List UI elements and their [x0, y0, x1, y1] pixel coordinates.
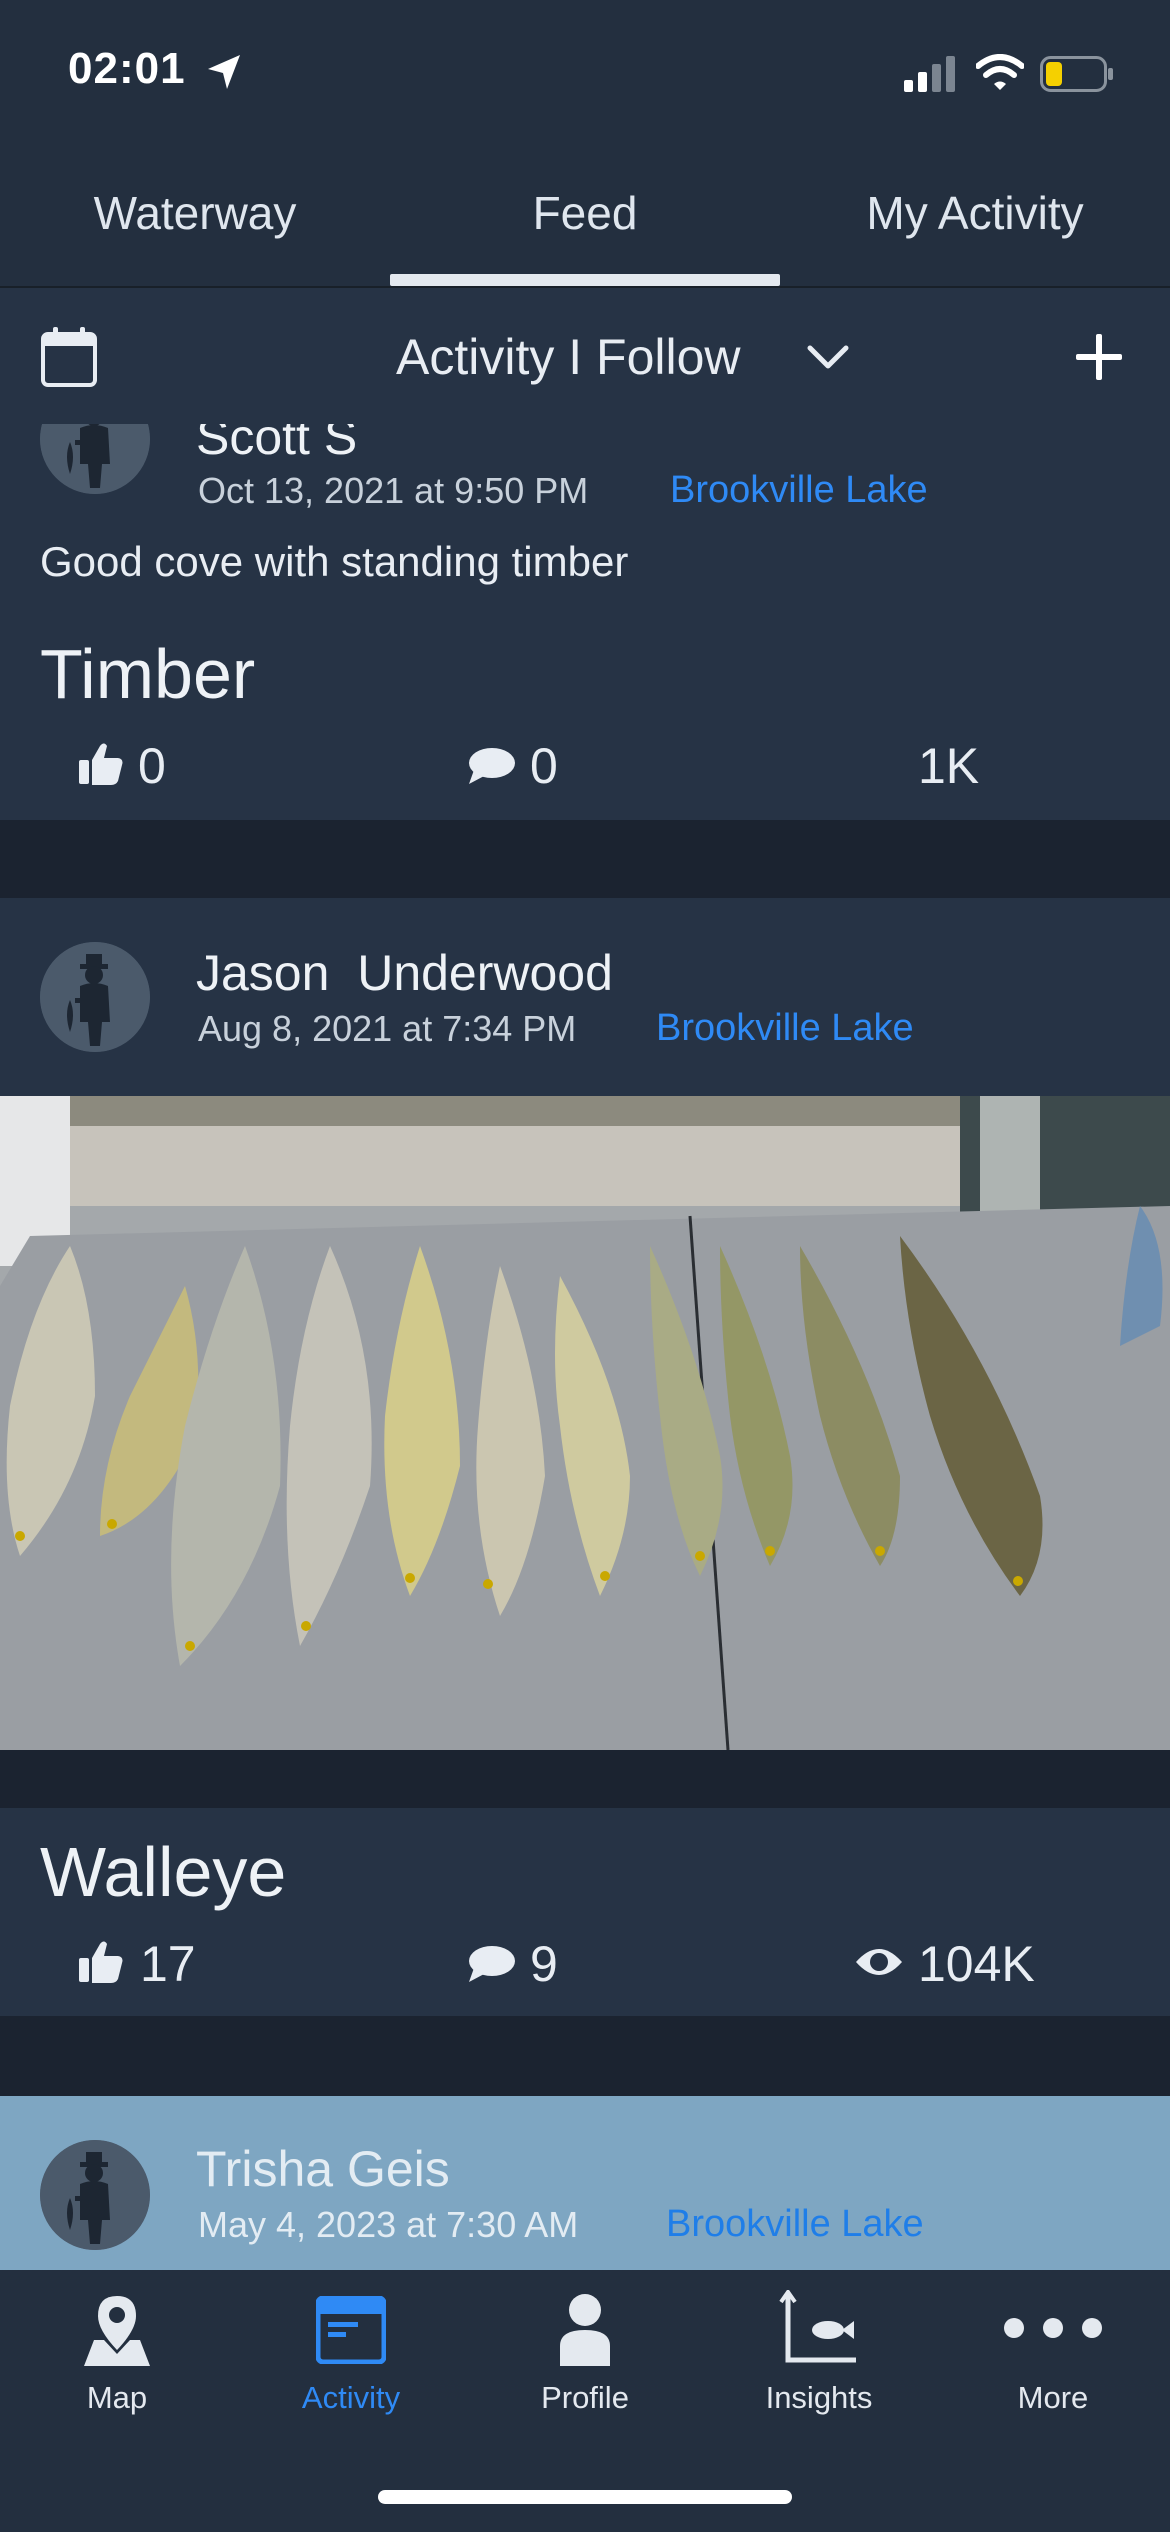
card-separator [0, 820, 1170, 898]
nav-profile-label: Profile [541, 2380, 629, 2415]
nav-insights-label: Insights [765, 2380, 873, 2415]
nav-more[interactable]: More [936, 2270, 1170, 2470]
wifi-icon [976, 54, 1024, 90]
feed-post-card[interactable]: Scott S Oct 13, 2021 at 9:50 PM Brookvil… [0, 424, 1170, 820]
calendar-icon[interactable] [40, 326, 98, 388]
feed-post-card[interactable]: Trisha Geis May 4, 2023 at 7:30 AM Brook… [0, 2096, 1170, 2270]
angler-silhouette-icon [40, 2140, 150, 2250]
like-count: 0 [138, 738, 166, 794]
comment-count: 0 [530, 738, 558, 794]
map-pin-icon [84, 2296, 150, 2366]
nav-insights[interactable]: Insights [702, 2270, 936, 2470]
insights-icon [779, 2290, 856, 2363]
angler-silhouette-icon [40, 424, 150, 494]
add-plus-icon[interactable] [1074, 332, 1124, 382]
feed-filter-dropdown[interactable]: Activity I Follow [396, 328, 741, 386]
cellular-signal-icon [904, 56, 955, 92]
eye-icon [856, 1949, 902, 1975]
tab-waterway[interactable]: Waterway [0, 186, 390, 240]
battery-icon [1040, 56, 1113, 92]
like-count: 17 [140, 1936, 196, 1992]
nav-map[interactable]: Map [0, 2270, 234, 2470]
more-icon [1004, 2318, 1102, 2338]
status-bar: 02:01 [0, 0, 1170, 150]
post-date: May 4, 2023 at 7:30 AM [198, 2204, 579, 2245]
nav-map-label: Map [86, 2380, 148, 2415]
post-author[interactable]: Trisha Geis [196, 2140, 450, 2198]
post-author[interactable]: Scott S [196, 424, 357, 466]
nav-more-label: More [1017, 2380, 1089, 2415]
post-author[interactable]: Jason Underwood [196, 944, 613, 1002]
view-count: 104K [918, 1936, 1035, 1992]
post-location-link[interactable]: Brookville Lake [670, 469, 928, 512]
view-count: 1K [918, 738, 980, 794]
avatar[interactable] [40, 2140, 150, 2250]
tab-selected-indicator [390, 274, 780, 286]
post-footer: Walleye 17 9 104K [0, 1808, 1170, 2016]
comment-count: 9 [530, 1936, 558, 1992]
post-photo[interactable] [0, 1096, 1170, 1750]
comment-bubble-icon[interactable] [466, 1944, 516, 1984]
post-date: Aug 8, 2021 at 7:34 PM [198, 1008, 577, 1049]
post-location-link[interactable]: Brookville Lake [656, 1007, 914, 1050]
avatar[interactable] [40, 942, 150, 1052]
chevron-down-icon[interactable] [806, 342, 850, 372]
nav-activity-label: Activity [301, 2380, 401, 2415]
tab-my-activity[interactable]: My Activity [780, 186, 1170, 240]
walleye-catch-photo [0, 1096, 1170, 1750]
post-title: Walleye [40, 1833, 287, 1911]
angler-silhouette-icon [40, 942, 150, 1052]
card-separator [0, 2016, 1170, 2096]
post-caption: Good cove with standing timber [40, 538, 629, 585]
thumbs-up-icon[interactable] [78, 742, 124, 786]
tab-feed[interactable]: Feed [390, 186, 780, 240]
profile-icon [560, 2294, 610, 2366]
status-time: 02:01 [68, 44, 186, 93]
comment-bubble-icon[interactable] [466, 746, 516, 786]
home-indicator [378, 2490, 792, 2504]
activity-icon [316, 2296, 386, 2364]
post-date: Oct 13, 2021 at 9:50 PM [198, 470, 589, 511]
location-arrow-icon [208, 55, 240, 89]
nav-activity[interactable]: Activity [234, 2270, 468, 2470]
top-tab-bar: Waterway Feed My Activity [0, 150, 1170, 288]
nav-profile[interactable]: Profile [468, 2270, 702, 2470]
post-title: Timber [40, 635, 256, 713]
filter-bar: Activity I Follow [0, 288, 1170, 424]
post-location-link[interactable]: Brookville Lake [666, 2203, 924, 2246]
avatar[interactable] [40, 424, 150, 494]
thumbs-up-icon[interactable] [78, 1940, 124, 1984]
